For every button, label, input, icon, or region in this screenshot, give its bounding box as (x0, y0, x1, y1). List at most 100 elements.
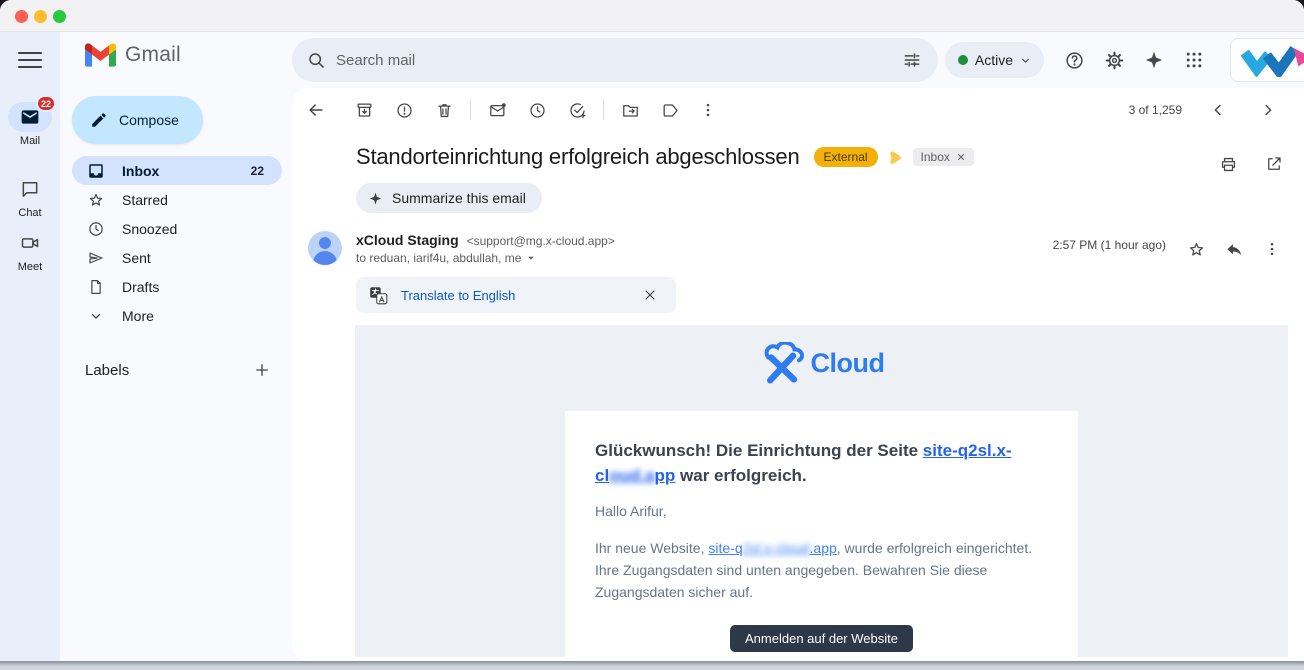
message-toolbar: 3 of 1,259 (292, 88, 1304, 132)
sidebar-item-drafts[interactable]: Drafts (72, 272, 282, 301)
inbox-count: 22 (251, 164, 268, 178)
labels-button[interactable] (654, 94, 686, 126)
sidebar-item-more[interactable]: More (72, 301, 282, 330)
send-icon (87, 249, 105, 267)
sidebar-snoozed-label: Snoozed (122, 221, 268, 237)
search-options-button[interactable] (896, 44, 928, 76)
translate-icon (368, 285, 389, 306)
star-message-button[interactable] (1180, 233, 1212, 265)
search-icon[interactable] (306, 50, 326, 70)
print-button[interactable] (1212, 148, 1244, 180)
sidebar-inbox-label: Inbox (122, 163, 251, 179)
subject-row: Standorteinrichtung erfolgreich abgeschl… (356, 144, 1244, 170)
site-link[interactable]: site-q2sl.x-cloud.app (708, 540, 836, 556)
sidebar-starred-label: Starred (122, 192, 268, 208)
chevron-down-icon (1020, 55, 1031, 66)
inbox-icon (87, 162, 105, 180)
subject-actions (1212, 148, 1290, 180)
main-menu-icon[interactable] (18, 48, 42, 72)
gear-icon (1104, 50, 1125, 71)
report-spam-button[interactable] (388, 94, 420, 126)
delete-button[interactable] (428, 94, 460, 126)
google-apps-button[interactable] (1178, 44, 1210, 76)
settings-button[interactable] (1098, 44, 1130, 76)
login-website-button[interactable]: Anmelden auf der Website (730, 625, 913, 652)
mail-icon (20, 107, 40, 127)
remove-label-icon[interactable] (956, 152, 966, 162)
older-message-button[interactable] (1252, 94, 1284, 126)
move-to-button[interactable] (614, 94, 646, 126)
recipients-dropdown[interactable]: to reduan, iarif4u, abdullah, me (356, 251, 615, 265)
summarize-email-button[interactable]: Summarize this email (356, 183, 542, 213)
more-message-options-button[interactable] (1256, 233, 1288, 265)
gemini-button[interactable] (1138, 44, 1170, 76)
sidebar-item-starred[interactable]: Starred (72, 185, 282, 214)
mark-unread-button[interactable] (481, 94, 513, 126)
archive-icon (355, 101, 374, 120)
desktop-edge (0, 661, 1304, 670)
rail-item-mail[interactable]: 22 Mail (0, 102, 60, 147)
inbox-label-chip[interactable]: Inbox (913, 148, 974, 166)
add-to-tasks-button[interactable] (561, 94, 593, 126)
heading-text-before: Glückwunsch! Die Einrichtung der Seite (595, 441, 923, 460)
create-label-button[interactable] (246, 354, 278, 386)
minimize-window-button[interactable] (34, 10, 47, 23)
apps-grid-icon (1184, 50, 1204, 70)
status-label: Active (975, 52, 1013, 68)
snooze-button[interactable] (521, 94, 553, 126)
back-to-inbox-button[interactable] (300, 94, 332, 126)
gmail-logo[interactable]: Gmail (85, 43, 181, 67)
sidebar-item-inbox[interactable]: Inbox 22 (72, 156, 282, 185)
translate-link[interactable]: Translate to English (401, 288, 515, 303)
rail-chat-label: Chat (0, 207, 60, 219)
message-actions: 2:57 PM (1 hour ago) (1053, 231, 1288, 265)
rail-item-chat[interactable]: Chat (0, 174, 60, 219)
heading-text-after: war erfolgreich. (675, 466, 806, 485)
macos-titlebar (0, 0, 1304, 32)
workspace-account-logo[interactable] (1230, 38, 1304, 82)
details-arrow-icon (526, 253, 536, 263)
sparkle-icon (368, 191, 383, 206)
print-icon (1219, 155, 1238, 174)
sender-email: <support@mg.x-cloud.app> (467, 234, 615, 248)
email-body-surface: Cloud Glückwunsch! Die Einrichtung der S… (355, 325, 1288, 657)
search-bar (292, 38, 938, 82)
trash-icon (435, 101, 454, 120)
more-options-button[interactable] (692, 94, 724, 126)
compose-button[interactable]: Compose (72, 96, 203, 144)
importance-marker-icon[interactable] (888, 150, 905, 165)
snooze-clock-icon (528, 101, 547, 120)
close-window-button[interactable] (15, 10, 28, 23)
draft-icon (87, 278, 105, 296)
email-subject: Standorteinrichtung erfolgreich abgeschl… (356, 144, 800, 170)
chevron-right-icon (1259, 101, 1277, 119)
reply-button[interactable] (1218, 233, 1250, 265)
rail-mail-label: Mail (0, 135, 60, 147)
add-task-icon (568, 101, 587, 120)
status-selector[interactable]: Active (945, 42, 1044, 78)
sidebar-item-sent[interactable]: Sent (72, 243, 282, 272)
help-button[interactable] (1058, 44, 1090, 76)
sender-avatar (308, 231, 342, 265)
screen: 22 Mail Chat Meet (0, 0, 1304, 670)
labels-section: Labels (85, 354, 278, 386)
recipients-text: to reduan, iarif4u, abdullah, me (356, 251, 521, 265)
heading-link-redacted: oud.a (609, 466, 654, 485)
report-spam-icon (395, 101, 414, 120)
sender-name: xCloud Staging (356, 232, 459, 248)
newer-message-button[interactable] (1202, 94, 1234, 126)
gmail-wordmark: Gmail (125, 43, 181, 67)
dismiss-translate-button[interactable] (634, 279, 666, 311)
more-vert-icon (1263, 240, 1281, 258)
chevron-left-icon (1209, 101, 1227, 119)
move-to-folder-icon (621, 101, 640, 120)
more-vert-icon (699, 101, 717, 119)
clock-icon (87, 220, 105, 238)
header-right-cluster: Active (945, 32, 1304, 88)
rail-item-meet[interactable]: Meet (0, 228, 60, 273)
zoom-window-button[interactable] (53, 10, 66, 23)
open-in-new-button[interactable] (1258, 148, 1290, 180)
archive-button[interactable] (348, 94, 380, 126)
search-input[interactable] (336, 52, 896, 69)
sidebar-item-snoozed[interactable]: Snoozed (72, 214, 282, 243)
